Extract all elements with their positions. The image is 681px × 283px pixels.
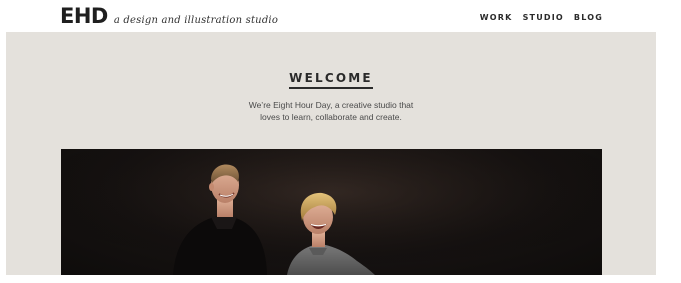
nav-item-work[interactable]: WORK <box>480 13 513 22</box>
intro-line-1: We’re Eight Hour Day, a creative studio … <box>248 100 414 110</box>
site-header: EHD a design and illustration studio WOR… <box>0 0 681 32</box>
site-logo-link[interactable]: EHD a design and illustration studio <box>60 4 278 28</box>
nav-item-studio[interactable]: STUDIO <box>523 13 564 22</box>
main-nav: WORK STUDIO BLOG <box>480 13 603 22</box>
intro-line-2: loves to learn, collaborate and create. <box>260 112 402 122</box>
welcome-heading: WELCOME <box>289 71 373 89</box>
hero-panel: WELCOME We’re Eight Hour Day, a creative… <box>6 32 656 275</box>
welcome-heading-wrap: WELCOME <box>6 69 656 89</box>
intro-text: We’re Eight Hour Day, a creative studio … <box>6 99 656 123</box>
studio-founders-photo <box>61 149 602 275</box>
logo-tagline: a design and illustration studio <box>113 15 279 26</box>
logo-wordmark: EHD <box>60 4 108 28</box>
founders-photo-illustration <box>61 149 602 275</box>
nav-item-blog[interactable]: BLOG <box>574 13 603 22</box>
